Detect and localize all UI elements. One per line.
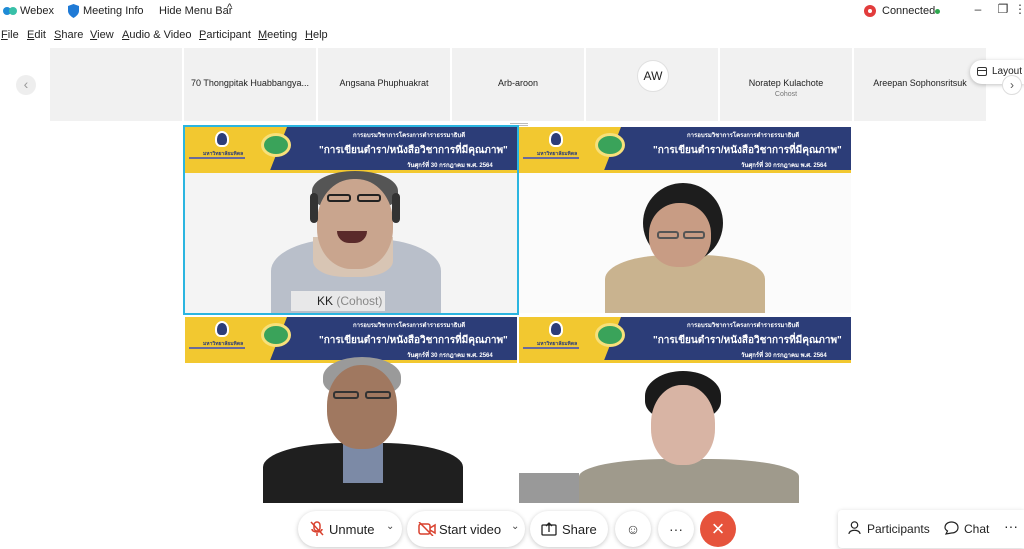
meeting-info-button[interactable]: Meeting Info bbox=[83, 5, 144, 17]
share-icon bbox=[541, 522, 557, 536]
menu-edit[interactable]: Edit bbox=[27, 29, 46, 41]
video-tile[interactable]: มหาวิทยาลัยมหิดล การอบรมวิชาการโครงการตำ… bbox=[519, 317, 851, 503]
filmstrip-next-button[interactable]: › bbox=[1002, 75, 1022, 95]
connected-indicator-icon bbox=[935, 9, 940, 14]
window-menu-icon[interactable]: ⋮ bbox=[1014, 2, 1024, 18]
status-icon bbox=[864, 5, 876, 17]
university-logo-icon bbox=[549, 131, 563, 147]
university-logo-icon bbox=[215, 131, 229, 147]
speaker-name-tag: KK (Cohost) bbox=[291, 291, 385, 311]
banner-line-2: "การเขียนตำรา/หนังสือวิชาการที่มีคุณภาพ" bbox=[319, 145, 508, 156]
chat-icon bbox=[944, 521, 959, 535]
banner-line-2: "การเขียนตำรา/หนังสือวิชาการที่มีคุณภาพ" bbox=[653, 335, 842, 346]
start-video-button[interactable]: Start video ⌄ bbox=[407, 511, 525, 547]
participant-name: Areepan Sophonsritsuk bbox=[873, 78, 967, 88]
banner-line-1: การอบรมวิชาการโครงการตำราธรรมาธิบดี bbox=[353, 133, 466, 139]
hide-menu-bar-button[interactable]: Hide Menu Bar bbox=[159, 5, 232, 17]
restore-icon[interactable]: ❐ bbox=[995, 2, 1011, 18]
menu-audio-video[interactable]: Audio & Video bbox=[122, 29, 192, 41]
participant-thumbnail[interactable]: Areepan Sophonsritsuk bbox=[854, 48, 986, 121]
menu-view[interactable]: View bbox=[90, 29, 114, 41]
layout-icon bbox=[977, 67, 987, 76]
project-logo-icon bbox=[261, 133, 291, 157]
chevron-down-icon[interactable]: ⌄ bbox=[386, 521, 394, 532]
project-logo-icon bbox=[595, 133, 625, 157]
video-tile[interactable]: มหาวิทยาลัยมหิดล การอบรมวิชาการโครงการตำ… bbox=[185, 317, 517, 503]
menu-participant[interactable]: Participant bbox=[199, 29, 251, 41]
participant-name: 70 Thongpitak Huabbangya... bbox=[191, 78, 309, 88]
participant-thumbnail[interactable]: 70 Thongpitak Huabbangya... bbox=[184, 48, 316, 121]
participants-button[interactable]: Participants bbox=[867, 522, 930, 536]
banner-line-2: "การเขียนตำรา/หนังสือวิชาการที่มีคุณภาพ" bbox=[653, 145, 842, 156]
menu-help[interactable]: Help bbox=[305, 29, 328, 41]
meeting-banner: มหาวิทยาลัยมหิดล การอบรมวิชาการโครงการตำ… bbox=[185, 317, 517, 363]
participants-icon bbox=[848, 521, 861, 535]
avatar: AW bbox=[637, 60, 669, 92]
meeting-banner: มหาวิทยาลัยมหิดล การอบรมวิชาการโครงการตำ… bbox=[519, 127, 851, 173]
participant-thumbnail[interactable]: AW bbox=[586, 48, 718, 121]
speaker-name: KK bbox=[317, 294, 334, 308]
chat-button[interactable]: Chat bbox=[964, 522, 989, 536]
video-tile-active-speaker[interactable]: มหาวิทยาลัยมหิดล การอบรมวิชาการโครงการตำ… bbox=[183, 125, 519, 315]
filmstrip-prev-button[interactable]: ‹ bbox=[16, 75, 36, 95]
webex-logo-icon bbox=[3, 7, 17, 15]
banner-line-3: วันศุกร์ที่ 30 กรกฎาคม พ.ศ. 2564 bbox=[407, 353, 493, 359]
participant-thumbnail[interactable]: Noratep Kulachote Cohost bbox=[720, 48, 852, 121]
banner-line-1: การอบรมวิชาการโครงการตำราธรรมาธิบดี bbox=[687, 323, 800, 329]
start-video-label: Start video bbox=[439, 522, 502, 537]
unmute-label: Unmute bbox=[329, 522, 375, 537]
mic-muted-icon bbox=[310, 521, 324, 536]
minimize-icon[interactable]: – bbox=[970, 2, 986, 18]
menu-file[interactable]: File bbox=[1, 29, 19, 41]
title-bar: Webex Meeting Info Hide Menu Bar ^ Conne… bbox=[0, 0, 1024, 24]
menu-share[interactable]: Share bbox=[54, 29, 83, 41]
video-tile[interactable]: มหาวิทยาลัยมหิดล การอบรมวิชาการโครงการตำ… bbox=[519, 127, 851, 313]
university-logo-icon bbox=[215, 321, 229, 337]
camera-feed bbox=[519, 363, 851, 503]
panel-controls: Participants Chat ··· bbox=[838, 510, 1024, 548]
banner-line-3: วันศุกร์ที่ 30 กรกฎาคม พ.ศ. 2564 bbox=[741, 353, 827, 359]
camera-feed bbox=[185, 357, 517, 503]
participant-name: Angsana Phuphuakrat bbox=[339, 78, 429, 88]
participant-thumbnail[interactable] bbox=[50, 48, 182, 121]
banner-line-1: การอบรมวิชาการโครงการตำราธรรมาธิบดี bbox=[353, 323, 466, 329]
participant-thumbnail[interactable]: Angsana Phuphuakrat bbox=[318, 48, 450, 121]
banner-line-3: วันศุกร์ที่ 30 กรกฎาคม พ.ศ. 2564 bbox=[741, 163, 827, 169]
project-logo-icon bbox=[261, 323, 291, 347]
filmstrip-resize-handle[interactable] bbox=[510, 123, 528, 126]
video-off-icon bbox=[418, 522, 436, 536]
chevron-up-icon[interactable]: ^ bbox=[227, 2, 232, 14]
university-logo-icon bbox=[549, 321, 563, 337]
more-options-icon[interactable]: ··· bbox=[658, 511, 694, 547]
app-name: Webex bbox=[20, 5, 55, 17]
participant-name: Arb-aroon bbox=[497, 78, 539, 88]
menu-meeting[interactable]: Meeting bbox=[258, 29, 297, 41]
participant-filmstrip: ‹ 70 Thongpitak Huabbangya... Angsana Ph… bbox=[0, 48, 1024, 122]
banner-line-1: การอบรมวิชาการโครงการตำราธรรมาธิบดี bbox=[687, 133, 800, 139]
participant-role: Cohost bbox=[774, 91, 798, 98]
meeting-banner: มหาวิทยาลัยมหิดล การอบรมวิชาการโครงการตำ… bbox=[519, 317, 851, 363]
participant-name: Noratep Kulachote bbox=[748, 78, 824, 88]
reactions-icon[interactable]: ☺ bbox=[615, 511, 651, 547]
more-panels-icon[interactable]: ··· bbox=[1004, 518, 1018, 534]
chevron-down-icon[interactable]: ⌄ bbox=[511, 521, 519, 532]
camera-feed bbox=[519, 173, 851, 313]
project-logo-icon bbox=[595, 323, 625, 347]
share-label: Share bbox=[562, 522, 597, 537]
meeting-banner: มหาวิทยาลัยมหิดล การอบรมวิชาการโครงการตำ… bbox=[185, 127, 517, 173]
share-button[interactable]: Share bbox=[530, 511, 608, 547]
leave-meeting-button[interactable]: × bbox=[700, 511, 736, 547]
connection-status: Connected bbox=[882, 5, 936, 17]
participant-thumbnail[interactable]: Arb-aroon bbox=[452, 48, 584, 121]
shield-icon bbox=[68, 4, 79, 18]
banner-line-3: วันศุกร์ที่ 30 กรกฎาคม พ.ศ. 2564 bbox=[407, 163, 493, 169]
menu-bar: File Edit Share View Audio & Video Parti… bbox=[0, 27, 1024, 45]
unmute-button[interactable]: Unmute ⌄ bbox=[298, 511, 402, 547]
speaker-role: (Cohost) bbox=[336, 294, 383, 308]
banner-line-2: "การเขียนตำรา/หนังสือวิชาการที่มีคุณภาพ" bbox=[319, 335, 508, 346]
